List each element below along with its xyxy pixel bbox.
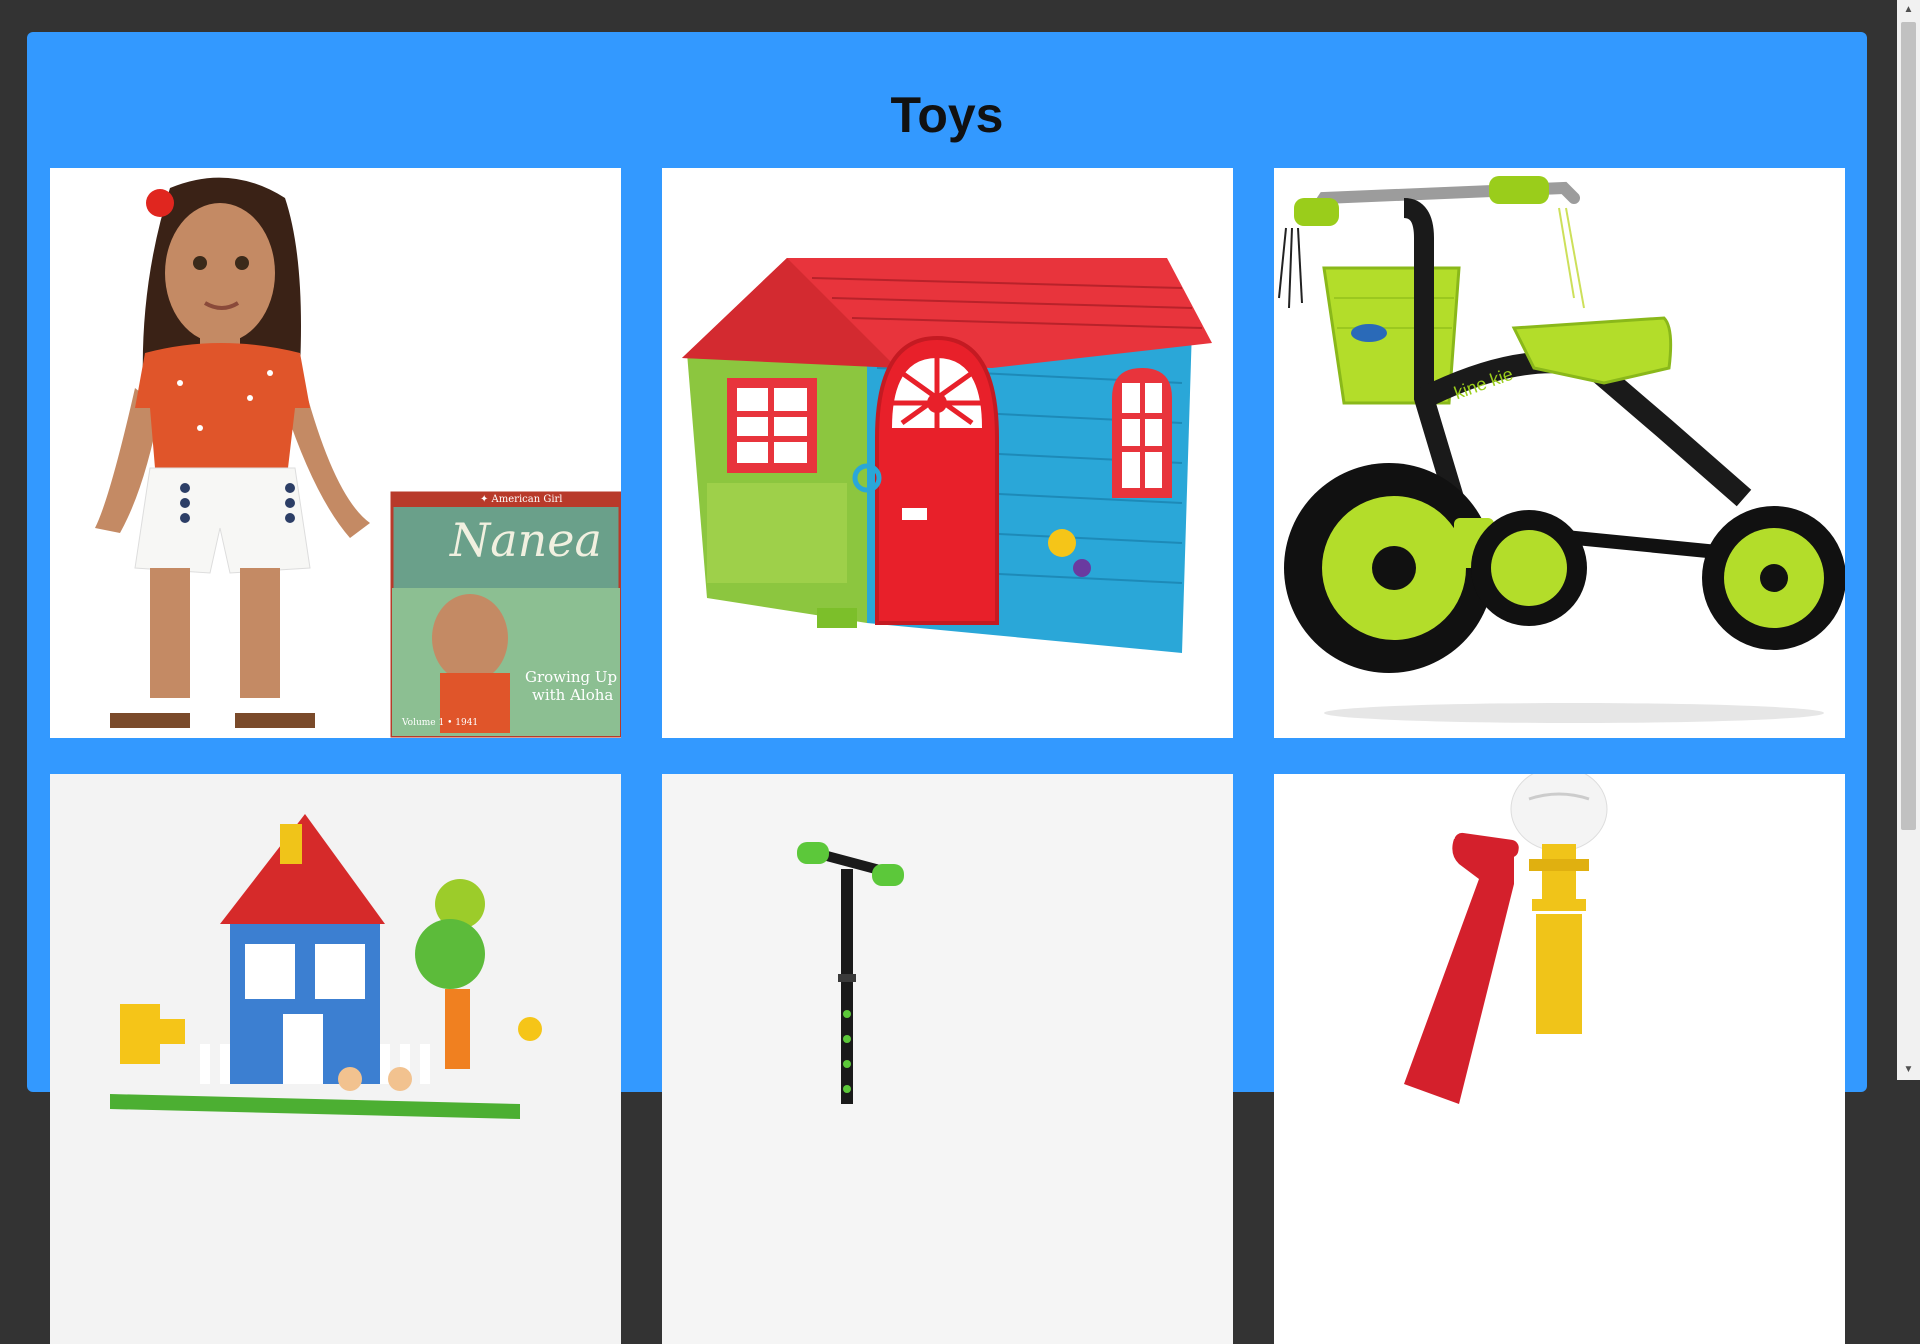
toys-panel: Toys ✦ American Girl Nanea Growing Up wi… <box>27 32 1867 1344</box>
vertical-scrollbar[interactable]: ▲ ▼ <box>1897 0 1920 1080</box>
doll-image <box>95 177 621 738</box>
book-footer: Volume 1 • 1941 <box>402 718 479 728</box>
scrollbar-thumb[interactable] <box>1901 22 1916 830</box>
product-card-doll[interactable]: ✦ American Girl Nanea Growing Up with Al… <box>50 168 621 738</box>
tricycle-image: kine kie <box>1278 176 1845 723</box>
product-card-scooter[interactable] <box>662 774 1233 1344</box>
product-card-tricycle[interactable]: kine kie <box>1274 168 1845 738</box>
product-card-playhouse[interactable] <box>662 168 1233 738</box>
book-brand: ✦ American Girl <box>480 494 563 505</box>
book-subtitle-2: with Aloha <box>532 686 614 704</box>
page-title: Toys <box>890 87 1004 143</box>
scroll-down-arrow-icon[interactable]: ▼ <box>1897 1060 1920 1080</box>
playhouse-image <box>682 258 1212 653</box>
book-title: Nanea <box>450 513 602 567</box>
blocks-image <box>110 814 542 1119</box>
scroll-up-arrow-icon[interactable]: ▲ <box>1897 0 1920 20</box>
book-subtitle-1: Growing Up <box>525 668 618 686</box>
scooter-image <box>797 842 904 1104</box>
product-card-tball[interactable] <box>1274 774 1845 1344</box>
product-card-blocks[interactable] <box>50 774 621 1344</box>
tball-image <box>1404 774 1608 1104</box>
